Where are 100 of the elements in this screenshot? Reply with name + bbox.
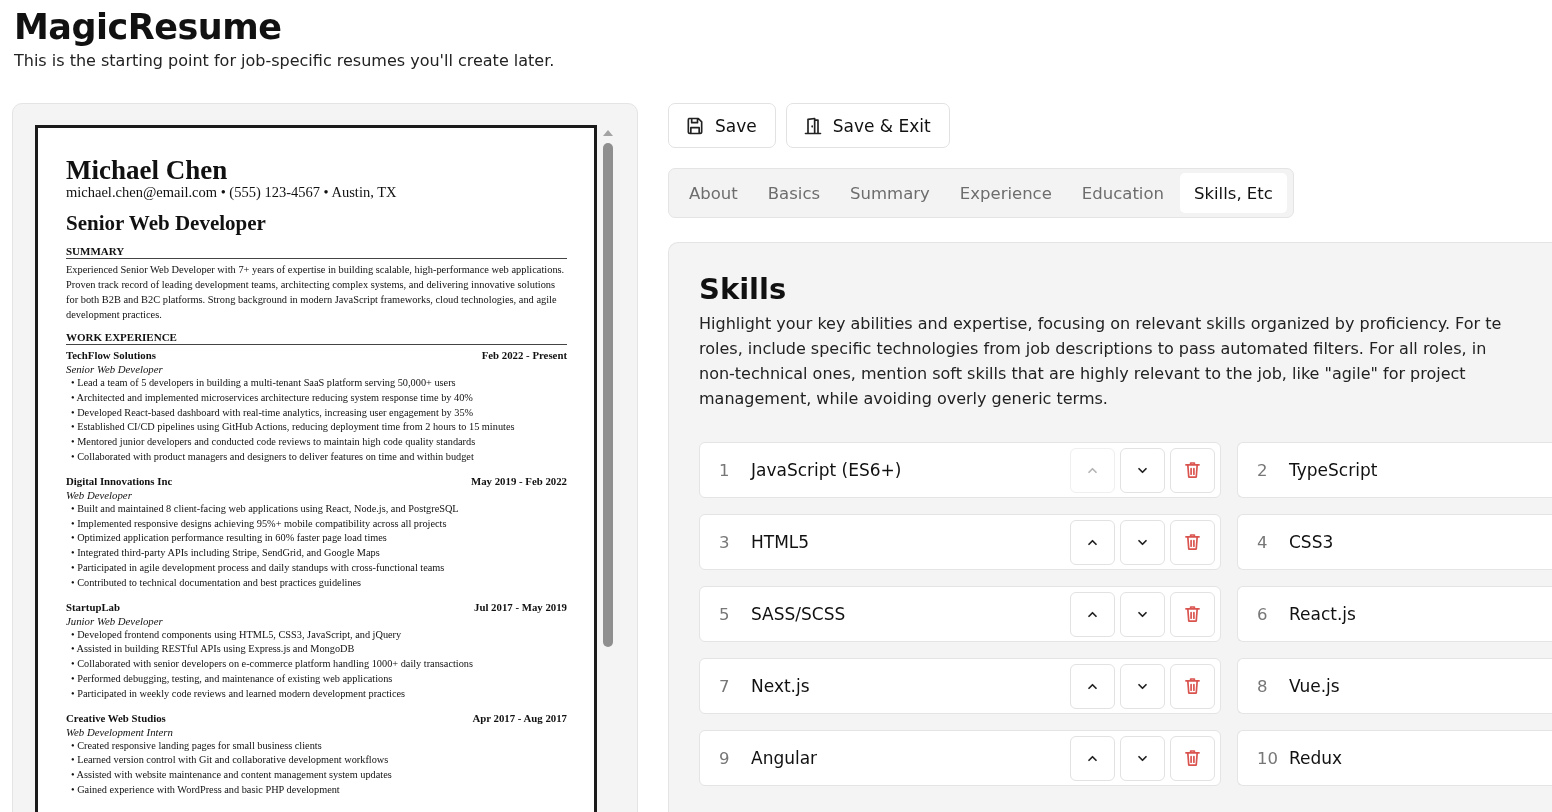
move-down-button[interactable] — [1120, 591, 1165, 637]
app-title: MagicResume — [14, 6, 283, 48]
bullet-item: • Gained experience with WordPress and basic PHP development — [70, 782, 341, 797]
section-heading: SUMMARY — [66, 244, 567, 259]
bullet-item: • Established CI/CD pipelines using GitHub Actions, reducing deployment time from 2 hours to 15 minutes — [70, 420, 516, 435]
trash-icon — [1185, 534, 1200, 550]
bullet-item: • Implemented responsive designs achieving 95%+ mobile compatibility across all projects — [70, 516, 448, 531]
bullet-item: • Assisted with website maintenance and content management system updates — [70, 768, 393, 783]
chevron-down-icon — [1137, 466, 1148, 474]
bullet-item: • Lead a team of 5 developers in building a multi-tenant SaaS platform serving 50,000+ users — [70, 376, 457, 390]
skill-name: Next.js — [751, 676, 811, 696]
job-title: Web Developer — [66, 487, 133, 502]
bullet-item: • Assisted in building RESTful APIs using Express.js and MongoDB — [70, 642, 356, 657]
scrollbar-thumb[interactable] — [602, 143, 613, 647]
chevron-down-icon — [1137, 754, 1148, 762]
company-name: Creative Web Studios — [66, 710, 166, 725]
move-up-button[interactable] — [1070, 663, 1115, 709]
chevron-down-icon — [1137, 610, 1148, 618]
job-dates: Jul 2017 - May 2019 — [474, 599, 567, 614]
resume-paragraph: Experienced Senior Web Developer with 7+ years of expertise in building scalable, high-performance web applications. Proven track record of leading development teams, architecting complex systems, and delivering innovative solutions for both B2B and B2C platforms. Strong background in modern JavaScript frameworks, cloud technologies, and agile development practices. — [66, 263, 566, 322]
skill-name: Redux — [1289, 748, 1344, 768]
scroll-up-icon[interactable] — [601, 129, 614, 137]
trash-icon — [1185, 462, 1200, 478]
skill-number: 1 — [719, 460, 731, 480]
skill-name: Vue.js — [1289, 676, 1341, 696]
bullet-item: • Integrated third-party APIs including Stripe, SendGrid, and Google Maps — [70, 546, 381, 561]
tab[interactable]: Experience — [945, 173, 1066, 213]
skill-name: SASS/SCSS — [751, 604, 847, 624]
skill-number: 2 — [1257, 460, 1269, 480]
delete-button[interactable] — [1170, 663, 1215, 709]
skill-number: 7 — [719, 676, 731, 696]
resume-name: Michael Chen — [66, 156, 229, 184]
skill-name: React.js — [1289, 604, 1357, 624]
bullet-item: • Learned version control with Git and collaborative development workflows — [70, 753, 390, 768]
bullet-item: • Built and maintained 8 client-facing web applications using React, Node.js, and PostgreSQL — [70, 501, 460, 516]
bullet-item: • Optimized application performance resulting in 60% faster page load times — [70, 531, 388, 546]
move-down-button[interactable] — [1120, 447, 1165, 493]
tab[interactable]: About — [675, 173, 752, 213]
delete-button[interactable] — [1170, 519, 1215, 565]
chevron-up-icon — [1087, 466, 1098, 474]
bullet-item: • Contributed to technical documentation and best practices guidelines — [70, 575, 363, 590]
skill-number: 4 — [1257, 532, 1269, 552]
skill-name: CSS3 — [1289, 532, 1335, 552]
tab[interactable]: Education — [1067, 173, 1178, 213]
bullet-item: • Collaborated with product managers and designers to deliver features on time and within budget — [70, 450, 475, 464]
move-up-button[interactable] — [1070, 519, 1115, 565]
move-down-button[interactable] — [1120, 735, 1165, 781]
chevron-up-icon — [1087, 610, 1098, 618]
skill-number: 8 — [1257, 676, 1269, 696]
company-name: TechFlow Solutions — [66, 348, 156, 362]
door-icon — [802, 115, 823, 136]
bullet-item: • Collaborated with senior developers on e-commerce platform handling 1000+ daily transactions — [70, 657, 474, 672]
tab[interactable]: Skills, Etc — [1180, 173, 1287, 213]
bullet-item: • Mentored junior developers and conducted code reviews to maintain high code quality standards — [70, 435, 477, 450]
save-button[interactable]: Save — [668, 103, 776, 148]
bullet-item: • Developed React-based dashboard with real-time analytics, increasing user engagement by 35% — [70, 405, 475, 420]
delete-button[interactable] — [1170, 591, 1215, 637]
chevron-up-icon — [1087, 538, 1098, 546]
bullet-item: • Developed frontend components using HTML5, CSS3, JavaScript, and jQuery — [70, 627, 403, 642]
chevron-down-icon — [1137, 538, 1148, 546]
chevron-down-icon — [1137, 682, 1148, 690]
resume-headline: Senior Web Developer — [66, 210, 267, 236]
section-description: Highlight your key abilities and expertise, focusing on relevant skills organized by proficiency. For te roles, include specific technologies from job descriptions to pass automated filters. For all roles, in non-technical ones, mention soft skills that are highly relevant to the job, like "agile" for project management, while avoiding overly generic terms. — [699, 313, 1503, 410]
trash-icon — [1185, 750, 1200, 766]
app-subtitle: This is the starting point for job-specific resumes you'll create later. — [14, 50, 556, 72]
job-title: Junior Web Developer — [66, 613, 164, 628]
job-title: Web Development Intern — [66, 724, 174, 739]
section-heading: WORK EXPERIENCE — [66, 330, 567, 345]
delete-button[interactable] — [1170, 447, 1215, 493]
bullet-item: • Performed debugging, testing, and maintenance of existing web applications — [70, 671, 394, 686]
job-title: Senior Web Developer — [66, 362, 164, 376]
resume-contact: michael.chen@email.com • (555) 123-4567 • Austin, TX — [66, 184, 398, 200]
chevron-up-icon — [1087, 682, 1098, 690]
bullet-item: • Participated in agile development process and daily standups with cross-functional teams — [70, 560, 446, 575]
move-up-button[interactable] — [1070, 735, 1115, 781]
company-name: Digital Innovations Inc — [66, 473, 173, 488]
skill-name: TypeScript — [1289, 460, 1379, 480]
skill-name: HTML5 — [751, 532, 811, 552]
skill-number: 10 — [1257, 748, 1279, 768]
bullet-item: • Architected and implemented microservices architecture reducing system response time by 40% — [70, 390, 474, 405]
tab[interactable]: Summary — [836, 173, 944, 213]
delete-button[interactable] — [1170, 735, 1215, 781]
job-dates: May 2019 - Feb 2022 — [471, 473, 567, 488]
move-up-button[interactable] — [1070, 591, 1115, 637]
bullet-item: • Participated in weekly code reviews and learned modern development practices — [70, 686, 407, 701]
move-down-button[interactable] — [1120, 519, 1165, 565]
trash-icon — [1185, 606, 1200, 622]
move-down-button[interactable] — [1120, 663, 1165, 709]
skill-number: 6 — [1257, 604, 1269, 624]
bullet-item: • Created responsive landing pages for small business clients — [70, 738, 323, 753]
tab[interactable]: Basics — [753, 173, 835, 213]
job-dates: Apr 2017 - Aug 2017 — [472, 710, 567, 725]
chevron-up-icon — [1087, 754, 1098, 762]
save-exit-button[interactable]: Save & Exit — [785, 103, 950, 148]
section-title: Skills — [699, 271, 788, 307]
skill-name: Angular — [751, 748, 819, 768]
skill-name: JavaScript (ES6+) — [751, 460, 903, 480]
skill-number: 3 — [719, 532, 731, 552]
skill-number: 9 — [719, 748, 731, 768]
trash-icon — [1185, 678, 1200, 694]
